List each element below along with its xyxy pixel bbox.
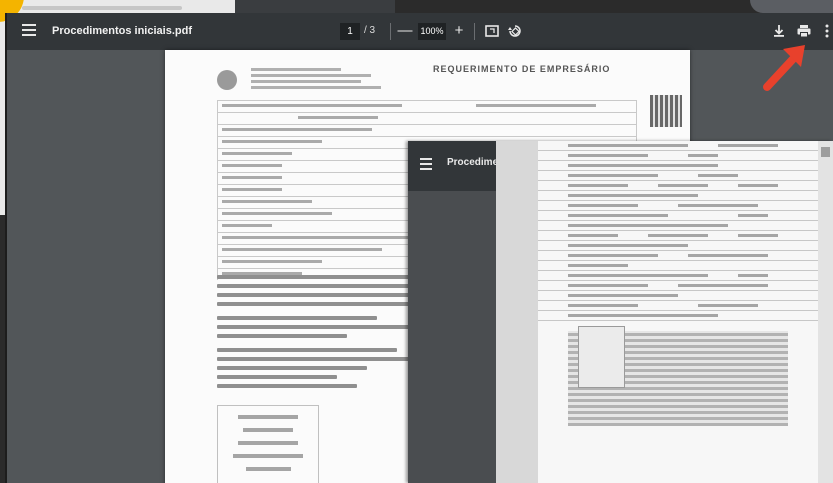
overlay-scrollbar[interactable]: [818, 141, 833, 483]
overlay-sidebar: [408, 191, 496, 483]
background-corner: [750, 0, 833, 13]
background-gutter: [235, 0, 395, 13]
page-number-input[interactable]: 1: [340, 23, 360, 40]
rotate-icon[interactable]: [506, 22, 524, 40]
menu-icon[interactable]: [420, 158, 432, 170]
menu-icon[interactable]: [22, 24, 36, 38]
fit-page-icon[interactable]: [483, 22, 501, 40]
zoom-level-input[interactable]: 100%: [418, 23, 446, 40]
zoom-in-icon[interactable]: +: [450, 22, 468, 40]
document-header-lines: [251, 68, 391, 92]
overlay-pdf-viewer: Procedimen: [408, 141, 833, 483]
page-count: / 3: [364, 25, 376, 36]
more-icon[interactable]: [822, 22, 832, 40]
toolbar-divider: [390, 23, 391, 40]
signature-box: [217, 405, 319, 483]
pdf-toolbar: Procedimentos iniciais.pdf 1 / 3 — 100% …: [7, 13, 833, 50]
stamp-image: [578, 326, 625, 388]
document-title: Procedimentos iniciais.pdf: [52, 25, 192, 37]
qr-code-icon: [650, 95, 682, 127]
overlay-toolbar: Procedimen: [408, 141, 504, 191]
zoom-out-icon[interactable]: —: [396, 22, 414, 40]
coat-of-arms-icon: [217, 70, 237, 90]
overlay-gutter: [496, 141, 538, 483]
document-header: REQUERIMENTO DE EMPRESÁRIO: [433, 64, 611, 74]
red-arrow-icon: [763, 45, 805, 91]
toolbar-divider: [474, 23, 475, 40]
overlay-pdf-page: [538, 141, 818, 483]
